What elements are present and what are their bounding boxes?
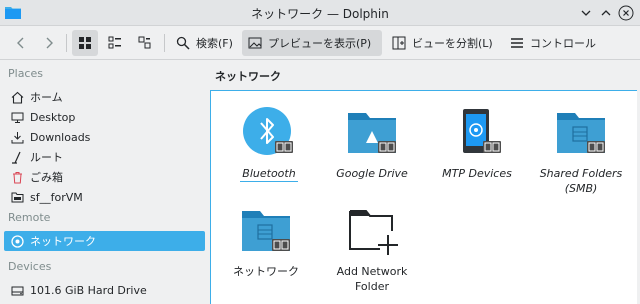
place-label: ホーム — [30, 91, 63, 104]
places-heading: Places — [8, 67, 43, 80]
minimize-icon[interactable] — [578, 5, 594, 21]
search-button[interactable]: 検索(F) — [170, 30, 238, 56]
preview-label: プレビューを表示(P) — [268, 37, 372, 50]
network-item-smb[interactable]: Shared Folders (SMB) — [531, 103, 631, 196]
trash-icon — [10, 170, 24, 184]
back-arrow-icon — [17, 37, 24, 49]
toolbar-separator — [164, 34, 165, 52]
place-sf-forvm[interactable]: sf__forVM — [4, 187, 205, 207]
control-button[interactable]: コントロール — [504, 30, 604, 56]
close-icon[interactable] — [618, 5, 634, 21]
place-desktop[interactable]: Desktop — [4, 107, 205, 127]
preview-button[interactable]: プレビューを表示(P) — [242, 30, 382, 56]
desktop-icon — [10, 110, 24, 124]
search-icon — [176, 36, 190, 50]
network-item-google-drive[interactable]: Google Drive — [322, 103, 422, 181]
remote-label: ネットワーク — [30, 235, 96, 248]
compact-view-icon — [108, 36, 121, 49]
split-view-button[interactable]: ビューを分割(L) — [386, 30, 498, 56]
download-icon — [10, 130, 24, 144]
network-folder-icon — [242, 211, 290, 251]
mtp-device-icon — [463, 109, 501, 153]
item-name: Bluetooth — [240, 167, 298, 182]
item-name: Shared Folders (SMB) — [539, 167, 623, 195]
window-title: ネットワーク — Dolphin — [251, 7, 389, 21]
control-label: コントロール — [530, 37, 596, 50]
forward-button[interactable] — [38, 30, 60, 56]
title-bar: ネットワーク — Dolphin — [0, 0, 640, 26]
devices-heading: Devices — [8, 260, 52, 273]
maximize-icon[interactable] — [598, 5, 614, 21]
forward-arrow-icon — [46, 37, 53, 49]
compact-view-button[interactable] — [102, 30, 128, 56]
icons-view-button[interactable] — [72, 30, 98, 56]
hamburger-menu-icon — [511, 38, 523, 48]
item-name: Add Network Folder — [336, 265, 408, 293]
item-name: ネットワーク — [233, 265, 299, 278]
location-title: ネットワーク — [215, 70, 281, 83]
place-label: sf__forVM — [30, 190, 83, 204]
place-label: Downloads — [30, 130, 91, 144]
network-icon — [10, 234, 24, 248]
place-label: Desktop — [30, 110, 76, 124]
place-home[interactable]: ホーム — [4, 87, 205, 107]
details-view-button[interactable] — [132, 30, 158, 56]
toolbar-separator — [66, 34, 67, 52]
place-root[interactable]: ルート — [4, 147, 205, 167]
folder-icon — [10, 190, 24, 204]
device-label: 101.6 GiB Hard Drive — [30, 283, 147, 297]
remote-heading: Remote — [8, 211, 51, 224]
toolbar: 検索(F) プレビューを表示(P) ビューを分割(L) コントロール — [0, 26, 640, 60]
content-area: ネットワーク Bluetooth Google Drive MTP Device… — [210, 60, 640, 304]
home-icon — [10, 90, 24, 104]
places-panel: Places ホーム Desktop Downloads ルート ごみ箱 sf_… — [0, 60, 210, 304]
network-item-mtp-devices[interactable]: MTP Devices — [427, 103, 527, 181]
item-name: MTP Devices — [442, 167, 512, 180]
image-preview-icon — [248, 37, 262, 49]
network-item-network[interactable]: ネットワーク — [216, 201, 316, 279]
place-label: ルート — [30, 151, 63, 164]
place-label: ごみ箱 — [30, 171, 63, 184]
details-view-icon — [138, 36, 151, 49]
bluetooth-icon — [243, 107, 293, 155]
item-name: Google Drive — [336, 167, 408, 180]
remote-network[interactable]: ネットワーク — [4, 231, 205, 251]
google-drive-folder-icon — [348, 113, 396, 153]
place-trash[interactable]: ごみ箱 — [4, 167, 205, 187]
icons-view-icon — [79, 37, 91, 49]
place-downloads[interactable]: Downloads — [4, 127, 205, 147]
split-view-label: ビューを分割(L) — [412, 37, 493, 50]
hard-drive-icon — [10, 283, 24, 297]
back-button[interactable] — [10, 30, 32, 56]
network-folder-icon — [557, 113, 605, 153]
search-label: 検索(F) — [196, 37, 233, 50]
device-hard-drive[interactable]: 101.6 GiB Hard Drive — [4, 280, 205, 300]
add-folder-icon — [349, 210, 398, 255]
root-slash-icon — [10, 150, 24, 164]
network-item-bluetooth[interactable]: Bluetooth — [219, 103, 319, 182]
network-item-add-folder[interactable]: Add Network Folder — [322, 201, 422, 294]
split-view-icon — [392, 36, 406, 50]
file-view[interactable]: Bluetooth Google Drive MTP Devices Share… — [210, 90, 637, 304]
